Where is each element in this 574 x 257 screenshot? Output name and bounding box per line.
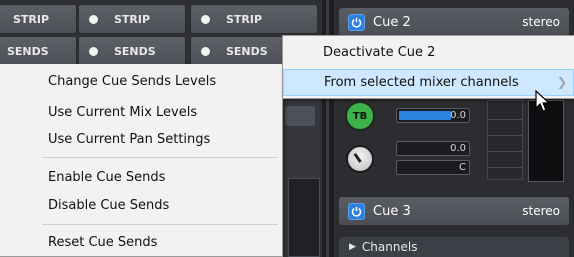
menu-item-from-selected-mixer-channels[interactable]: From selected mixer channels ❯ <box>283 69 574 96</box>
strip-button-3[interactable]: STRIP <box>190 4 318 34</box>
menu-item-change-cue-sends-levels[interactable]: Change Cue Sends Levels <box>0 69 282 93</box>
cue2-header[interactable]: Cue 2 stereo <box>339 8 569 36</box>
cue2-pan-position-label: C <box>459 162 466 173</box>
sends-button-label: SENDS <box>226 44 268 58</box>
power-icon[interactable] <box>348 202 365 220</box>
submenu-arrow-icon: ❯ <box>556 75 567 89</box>
sends-led-icon <box>89 46 98 56</box>
menu-item-label: From selected mixer channels <box>324 75 519 90</box>
cue2-level-value: 0.0 <box>450 110 466 121</box>
strip-button-label: STRIP <box>114 12 151 26</box>
channels-section-header[interactable]: ▶ Channels <box>339 237 569 257</box>
menu-item-reset-cue-sends[interactable]: Reset Cue Sends <box>0 230 282 254</box>
mouse-cursor-icon <box>535 90 551 112</box>
strip-button-label: STRIP <box>13 12 50 26</box>
level-bar <box>399 111 451 120</box>
menu-separator <box>42 224 278 225</box>
sends-button-1[interactable]: SENDS <box>0 36 77 66</box>
power-icon[interactable] <box>348 13 365 31</box>
sends-button-label: SENDS <box>7 44 49 58</box>
cue-context-menu: Deactivate Cue 2 From selected mixer cha… <box>282 35 574 99</box>
menu-item-deactivate-cue[interactable]: Deactivate Cue 2 <box>283 40 574 64</box>
cue2-pan-field[interactable]: 0.0 <box>396 141 470 156</box>
menu-item-enable-cue-sends[interactable]: Enable Cue Sends <box>0 165 282 189</box>
mixer-display <box>288 178 320 257</box>
cue2-name: Cue 2 <box>373 14 411 30</box>
cue2-fader[interactable] <box>487 100 523 180</box>
menu-item-use-current-pan-settings[interactable]: Use Current Pan Settings <box>0 127 282 151</box>
menu-item-use-current-mix-levels[interactable]: Use Current Mix Levels <box>0 100 282 124</box>
sends-button-2[interactable]: SENDS <box>78 36 186 66</box>
menu-item-disable-cue-sends[interactable]: Disable Cue Sends <box>0 193 282 217</box>
strip-led-icon <box>201 14 210 24</box>
cue-sends-context-menu: Change Cue Sends Levels Use Current Mix … <box>0 64 283 257</box>
mixer-slot <box>285 106 315 126</box>
talkback-button[interactable]: TB <box>345 101 375 131</box>
expand-triangle-icon: ▶ <box>349 242 356 252</box>
cue3-name: Cue 3 <box>373 203 411 219</box>
strip-button-2[interactable]: STRIP <box>78 4 186 34</box>
cue2-pan-position[interactable]: C <box>396 160 470 175</box>
sends-button-label: SENDS <box>114 44 156 58</box>
strip-led-icon <box>89 14 98 24</box>
sends-led-icon <box>201 46 210 56</box>
cue3-mode: stereo <box>522 204 560 218</box>
cue2-level-field[interactable]: 0.0 <box>396 108 470 123</box>
strip-button-1[interactable]: STRIP <box>0 4 77 34</box>
cue2-pan-value: 0.0 <box>450 143 466 154</box>
strip-button-label: STRIP <box>226 12 263 26</box>
menu-separator <box>42 157 278 158</box>
cue3-header[interactable]: Cue 3 stereo <box>339 197 569 225</box>
channels-label: Channels <box>361 240 418 254</box>
pan-knob-icon[interactable] <box>346 145 374 173</box>
cue2-mode: stereo <box>522 15 560 29</box>
